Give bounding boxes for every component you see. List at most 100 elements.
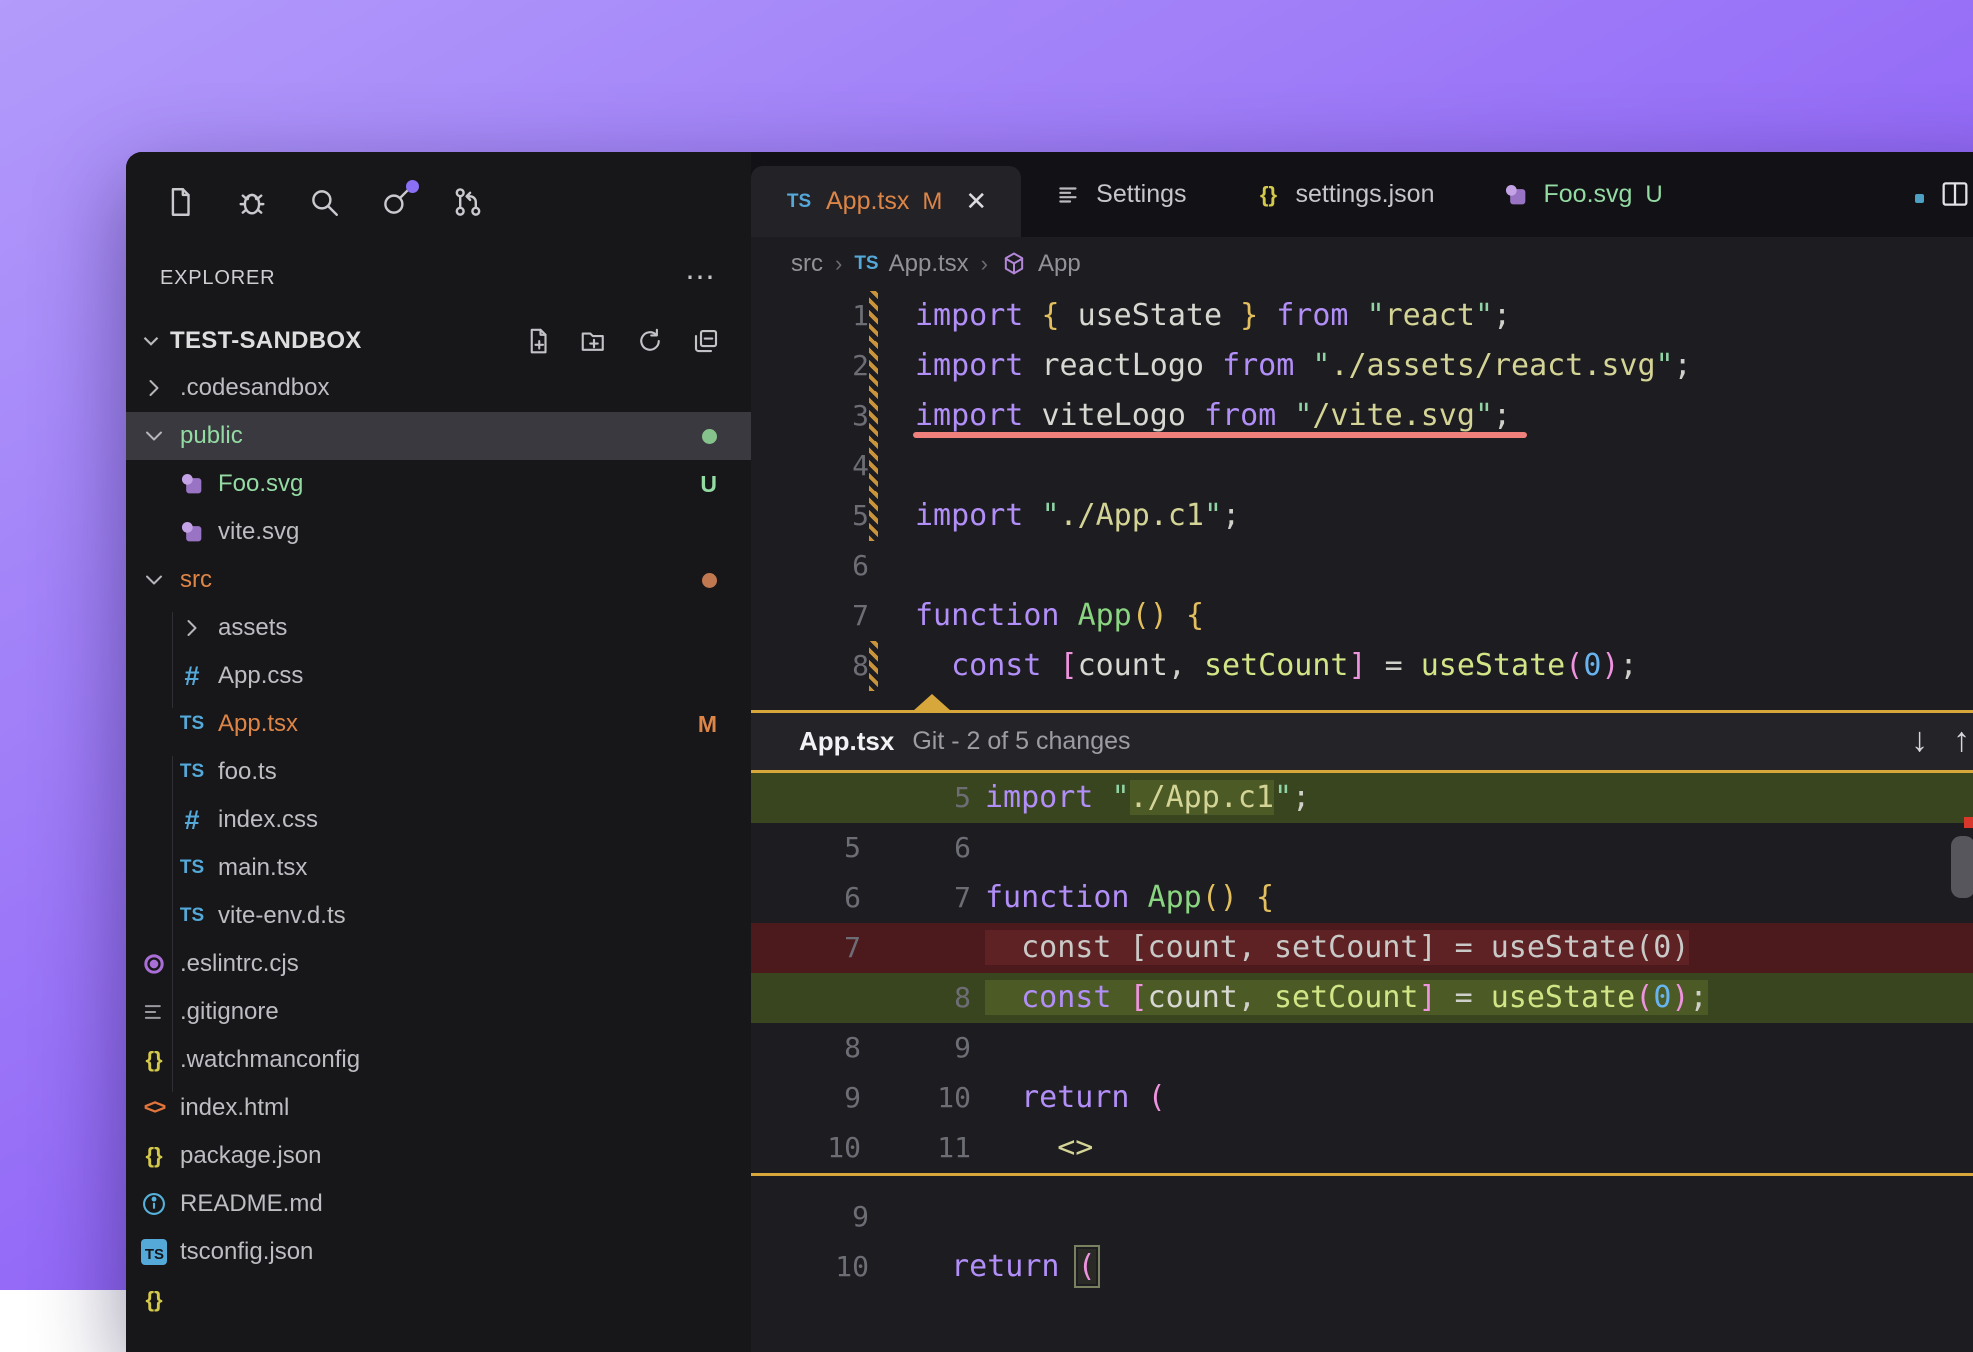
git-peek-widget: App.tsx Git - 2 of 5 changes ↓ ↑ 5 impor… bbox=[751, 710, 1973, 1176]
file-name: vite.svg bbox=[218, 518, 299, 546]
workspace-name: TEST-SANDBOX bbox=[170, 327, 362, 355]
tab-settings.json[interactable]: {} settings.json bbox=[1221, 152, 1469, 237]
tree-item-main.tsx[interactable]: TSmain.tsx bbox=[126, 844, 751, 892]
previous-change-icon[interactable]: ↑ bbox=[1953, 721, 1970, 760]
diff-row-ins[interactable]: 5 import "./App.c1"; bbox=[751, 773, 1973, 823]
collapse-all-icon[interactable] bbox=[691, 326, 721, 356]
error-underline: import viteLogo from "/vite.svg"; bbox=[915, 398, 1511, 433]
tab-Settings[interactable]: Settings bbox=[1021, 152, 1220, 237]
file-name: assets bbox=[218, 614, 287, 642]
code-line-3[interactable]: 3 import viteLogo from "/vite.svg"; bbox=[751, 391, 1973, 441]
tree-item-.gitignore[interactable]: .gitignore bbox=[126, 988, 751, 1036]
tree-item-vite.svg[interactable]: vite.svg bbox=[126, 508, 751, 556]
code-line-9[interactable]: 9 bbox=[751, 1192, 1973, 1242]
code-line-5[interactable]: 5 import "./App.c1"; bbox=[751, 491, 1973, 541]
line-number: 10 bbox=[751, 1242, 869, 1292]
refresh-icon[interactable] bbox=[635, 326, 665, 356]
code-line-10[interactable]: 10 return ( bbox=[751, 1242, 1973, 1292]
code-editor-top[interactable]: 1 import { useState } from "react"; 2 im… bbox=[751, 291, 1973, 691]
file-name: index.html bbox=[180, 1094, 289, 1122]
search-icon[interactable] bbox=[306, 184, 342, 220]
code-line-2[interactable]: 2 import reactLogo from "./assets/react.… bbox=[751, 341, 1973, 391]
new-folder-icon[interactable] bbox=[579, 326, 609, 356]
diff-new-line-number: 9 bbox=[861, 1023, 971, 1073]
editor-state-dot bbox=[1915, 194, 1924, 203]
desktop-background: EXPLORER ⋯ TEST-SANDBOX .codesandboxpubl… bbox=[0, 0, 1973, 1290]
code-line-1[interactable]: 1 import { useState } from "react"; bbox=[751, 291, 1973, 341]
typescript-file-icon: TS bbox=[180, 713, 204, 735]
tree-item-public[interactable]: public bbox=[126, 412, 751, 460]
tree-item-README.md[interactable]: README.md bbox=[126, 1180, 751, 1228]
new-file-icon[interactable] bbox=[523, 326, 553, 356]
git-status-dot bbox=[702, 429, 717, 444]
file-name: App.tsx bbox=[218, 710, 298, 738]
tree-item-src[interactable]: src bbox=[126, 556, 751, 604]
breadcrumb-item-src[interactable]: src bbox=[791, 250, 823, 278]
peek-border-bottom bbox=[751, 1173, 1973, 1176]
sidebar: EXPLORER ⋯ TEST-SANDBOX .codesandboxpubl… bbox=[126, 152, 751, 1352]
file-name: Foo.svg bbox=[218, 470, 303, 498]
diff-row-ins[interactable]: 8 const [count, setCount] = useState(0); bbox=[751, 973, 1973, 1023]
files-icon[interactable] bbox=[162, 184, 198, 220]
tab-git-badge: U bbox=[1645, 181, 1662, 209]
code-line-4[interactable]: 4 bbox=[751, 441, 1973, 491]
tree-item-Foo.svg[interactable]: Foo.svgU bbox=[126, 460, 751, 508]
git-status-dot bbox=[702, 573, 717, 588]
code-line-6[interactable]: 6 bbox=[751, 541, 1973, 591]
diff-view[interactable]: 5 import "./App.c1"; 5 6 6 7 function Ap… bbox=[751, 773, 1973, 1173]
diff-row-ctx[interactable]: 9 10 return ( bbox=[751, 1073, 1973, 1123]
workspace-section-header[interactable]: TEST-SANDBOX bbox=[126, 317, 751, 365]
diff-row-ctx[interactable]: 5 6 bbox=[751, 823, 1973, 873]
source-control-icon[interactable] bbox=[450, 184, 486, 220]
peek-arrow-notch bbox=[913, 694, 951, 711]
diff-old-line-number bbox=[751, 773, 861, 823]
image-file-icon bbox=[178, 470, 206, 498]
breadcrumb-item-App.tsx[interactable]: TSApp.tsx bbox=[854, 250, 968, 278]
symbol-class-icon bbox=[1000, 250, 1028, 278]
chevron-down-icon bbox=[138, 328, 164, 354]
diff-old-line-number: 6 bbox=[751, 873, 861, 923]
code-editor-bottom[interactable]: 9 10 return ( bbox=[751, 1192, 1973, 1292]
close-tab-icon[interactable]: ✕ bbox=[965, 186, 987, 217]
diff-row-ctx[interactable]: 10 11 <> bbox=[751, 1123, 1973, 1173]
tree-item-tsconfig.json[interactable]: TStsconfig.json bbox=[126, 1228, 751, 1276]
breadcrumb-item-App[interactable]: App bbox=[1000, 250, 1081, 278]
split-editor-icon[interactable] bbox=[1939, 178, 1971, 215]
tree-item-.codesandbox[interactable]: .codesandbox bbox=[126, 364, 751, 412]
ports-icon[interactable] bbox=[378, 184, 414, 220]
tree-item-vite-env.d.ts[interactable]: TSvite-env.d.ts bbox=[126, 892, 751, 940]
tree-item-.watchmanconfig[interactable]: {}.watchmanconfig bbox=[126, 1036, 751, 1084]
diff-row-del[interactable]: 7 const [count, setCount] = useState(0) bbox=[751, 923, 1973, 973]
code-line-8[interactable]: 8 const [count, setCount] = useState(0); bbox=[751, 641, 1973, 691]
line-number: 4 bbox=[751, 441, 869, 491]
tree-item-index.html[interactable]: <>index.html bbox=[126, 1084, 751, 1132]
breadcrumb: src›TSApp.tsx›App bbox=[751, 237, 1973, 291]
chev-right-icon bbox=[178, 614, 206, 642]
next-change-icon[interactable]: ↓ bbox=[1911, 721, 1928, 760]
diff-row-ctx[interactable]: 6 7 function App() { bbox=[751, 873, 1973, 923]
tab-App.tsx[interactable]: TS App.tsx M ✕ bbox=[751, 166, 1021, 237]
tree-item-assets[interactable]: assets bbox=[126, 604, 751, 652]
tree-item-index.css[interactable]: #index.css bbox=[126, 796, 751, 844]
tree-item-App.tsx[interactable]: TS App.tsx M bbox=[126, 700, 751, 748]
tree-item-partial[interactable]: {} bbox=[126, 1276, 751, 1324]
tree-item-App.css[interactable]: #App.css bbox=[126, 652, 751, 700]
git-status-badge: M bbox=[698, 711, 717, 738]
diff-row-ctx[interactable]: 8 9 bbox=[751, 1023, 1973, 1073]
tree-item-package.json[interactable]: {}package.json bbox=[126, 1132, 751, 1180]
debug-icon[interactable] bbox=[234, 184, 270, 220]
scrollbar-thumb[interactable] bbox=[1951, 836, 1973, 898]
typescript-file-icon: TS bbox=[180, 761, 204, 783]
tab-Foo.svg[interactable]: Foo.svg U bbox=[1468, 152, 1696, 237]
image-file-icon bbox=[178, 518, 206, 546]
more-actions-icon[interactable]: ⋯ bbox=[685, 273, 717, 283]
typescript-file-icon: TS bbox=[180, 857, 204, 879]
file-name: vite-env.d.ts bbox=[218, 902, 346, 930]
tab-git-badge: M bbox=[922, 188, 942, 216]
tree-item-.eslintrc.cjs[interactable]: .eslintrc.cjs bbox=[126, 940, 751, 988]
tree-item-foo.ts[interactable]: TSfoo.ts bbox=[126, 748, 751, 796]
breadcrumb-separator: › bbox=[981, 251, 988, 277]
diff-new-line-number: 11 bbox=[861, 1123, 971, 1173]
code-line-7[interactable]: 7 function App() { bbox=[751, 591, 1973, 641]
json-file-icon: {} bbox=[1260, 182, 1277, 208]
